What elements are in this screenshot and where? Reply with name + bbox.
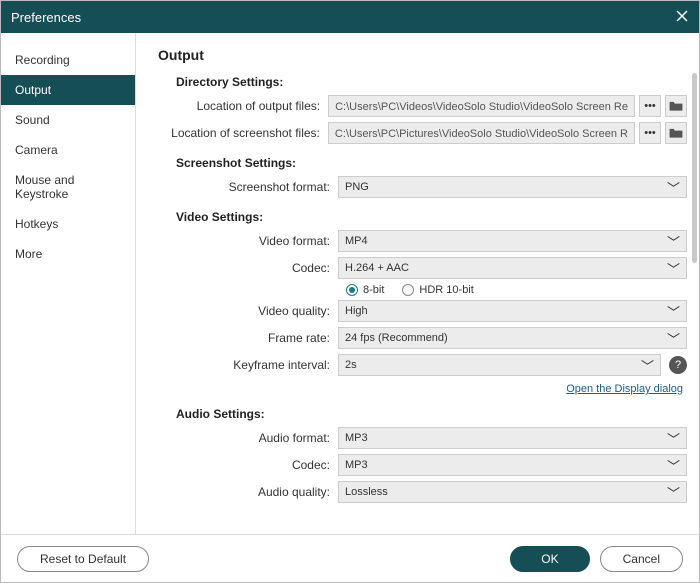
sidebar: Recording Output Sound Camera Mouse and … [1, 33, 136, 534]
row-audio-quality: Audio quality: Lossless ﹀ [158, 481, 687, 503]
keyframe-interval-select[interactable]: 2s ﹀ [338, 354, 661, 376]
video-format-select[interactable]: MP4 ﹀ [338, 230, 687, 252]
label-audio-codec: Codec: [158, 458, 338, 472]
row-video-quality: Video quality: High ﹀ [158, 300, 687, 322]
row-video-format: Video format: MP4 ﹀ [158, 230, 687, 252]
radio-hdr-label: HDR 10-bit [419, 284, 473, 296]
chevron-down-icon: ﹀ [667, 456, 680, 475]
screenshot-format-select[interactable]: PNG ﹀ [338, 176, 687, 198]
ok-button[interactable]: OK [510, 546, 589, 572]
bitdepth-radios: 8-bit HDR 10-bit [346, 284, 687, 296]
main-panel: Output Directory Settings: Location of o… [136, 33, 699, 534]
chevron-down-icon: ﹀ [641, 356, 654, 375]
keyframe-interval-value: 2s [345, 359, 357, 371]
audio-format-value: MP3 [345, 432, 368, 444]
section-directory-heading: Directory Settings: [176, 75, 687, 89]
chevron-down-icon: ﹀ [667, 178, 680, 197]
window-title: Preferences [11, 10, 81, 25]
row-keyframe-interval: Keyframe interval: 2s ﹀ ? [158, 354, 687, 376]
sidebar-item-mouse-keystroke[interactable]: Mouse and Keystroke [1, 165, 135, 209]
radio-8bit-label: 8-bit [363, 284, 384, 296]
label-screenshot-location: Location of screenshot files: [158, 126, 328, 140]
screenshot-format-value: PNG [345, 181, 369, 193]
label-audio-quality: Audio quality: [158, 485, 338, 499]
open-display-dialog-link[interactable]: Open the Display dialog [566, 383, 683, 395]
folder-icon [669, 127, 683, 139]
chevron-down-icon: ﹀ [667, 302, 680, 321]
row-output-location: Location of output files: C:\Users\PC\Vi… [158, 95, 687, 117]
label-frame-rate: Frame rate: [158, 331, 338, 345]
chevron-down-icon: ﹀ [667, 329, 680, 348]
radio-hdr10bit[interactable]: HDR 10-bit [402, 284, 473, 296]
open-screenshot-folder-button[interactable] [665, 122, 687, 144]
scrollbar-thumb[interactable] [692, 73, 697, 263]
sidebar-item-output[interactable]: Output [1, 75, 135, 105]
open-output-folder-button[interactable] [665, 95, 687, 117]
chevron-down-icon: ﹀ [667, 232, 680, 251]
body: Recording Output Sound Camera Mouse and … [1, 33, 699, 534]
label-video-quality: Video quality: [158, 304, 338, 318]
sidebar-item-recording[interactable]: Recording [1, 45, 135, 75]
browse-output-button[interactable]: ••• [639, 95, 661, 117]
close-icon[interactable] [675, 7, 689, 28]
audio-format-select[interactable]: MP3 ﹀ [338, 427, 687, 449]
row-video-codec: Codec: H.264 + AAC ﹀ [158, 257, 687, 279]
frame-rate-select[interactable]: 24 fps (Recommend) ﹀ [338, 327, 687, 349]
output-location-field[interactable]: C:\Users\PC\Videos\VideoSolo Studio\Vide… [328, 95, 635, 117]
sidebar-item-camera[interactable]: Camera [1, 135, 135, 165]
label-keyframe-interval: Keyframe interval: [158, 358, 338, 372]
display-dialog-link-row: Open the Display dialog [158, 381, 683, 395]
chevron-down-icon: ﹀ [667, 483, 680, 502]
section-video-heading: Video Settings: [176, 210, 687, 224]
titlebar: Preferences [1, 1, 699, 33]
footer: Reset to Default OK Cancel [1, 534, 699, 582]
keyframe-help-button[interactable]: ? [669, 356, 687, 374]
label-output-location: Location of output files: [158, 99, 328, 113]
audio-codec-value: MP3 [345, 459, 368, 471]
video-quality-select[interactable]: High ﹀ [338, 300, 687, 322]
video-format-value: MP4 [345, 235, 368, 247]
preferences-window: Preferences Recording Output Sound Camer… [0, 0, 700, 583]
video-codec-select[interactable]: H.264 + AAC ﹀ [338, 257, 687, 279]
row-frame-rate: Frame rate: 24 fps (Recommend) ﹀ [158, 327, 687, 349]
audio-quality-value: Lossless [345, 486, 388, 498]
chevron-down-icon: ﹀ [667, 259, 680, 278]
radio-dot-icon [402, 284, 414, 296]
section-audio-heading: Audio Settings: [176, 407, 687, 421]
audio-quality-select[interactable]: Lossless ﹀ [338, 481, 687, 503]
page-title: Output [158, 47, 687, 63]
label-video-codec: Codec: [158, 261, 338, 275]
video-quality-value: High [345, 305, 368, 317]
reset-to-default-button[interactable]: Reset to Default [17, 546, 149, 572]
audio-codec-select[interactable]: MP3 ﹀ [338, 454, 687, 476]
label-video-format: Video format: [158, 234, 338, 248]
row-audio-codec: Codec: MP3 ﹀ [158, 454, 687, 476]
screenshot-location-field[interactable]: C:\Users\PC\Pictures\VideoSolo Studio\Vi… [328, 122, 635, 144]
section-screenshot-heading: Screenshot Settings: [176, 156, 687, 170]
radio-dot-checked-icon [346, 284, 358, 296]
browse-screenshot-button[interactable]: ••• [639, 122, 661, 144]
cancel-button[interactable]: Cancel [600, 546, 683, 572]
label-audio-format: Audio format: [158, 431, 338, 445]
radio-8bit[interactable]: 8-bit [346, 284, 384, 296]
frame-rate-value: 24 fps (Recommend) [345, 332, 448, 344]
row-audio-format: Audio format: MP3 ﹀ [158, 427, 687, 449]
chevron-down-icon: ﹀ [667, 429, 680, 448]
video-codec-value: H.264 + AAC [345, 262, 409, 274]
sidebar-item-sound[interactable]: Sound [1, 105, 135, 135]
folder-icon [669, 100, 683, 112]
row-screenshot-format: Screenshot format: PNG ﹀ [158, 176, 687, 198]
label-screenshot-format: Screenshot format: [158, 180, 338, 194]
row-screenshot-location: Location of screenshot files: C:\Users\P… [158, 122, 687, 144]
sidebar-item-more[interactable]: More [1, 239, 135, 269]
sidebar-item-hotkeys[interactable]: Hotkeys [1, 209, 135, 239]
